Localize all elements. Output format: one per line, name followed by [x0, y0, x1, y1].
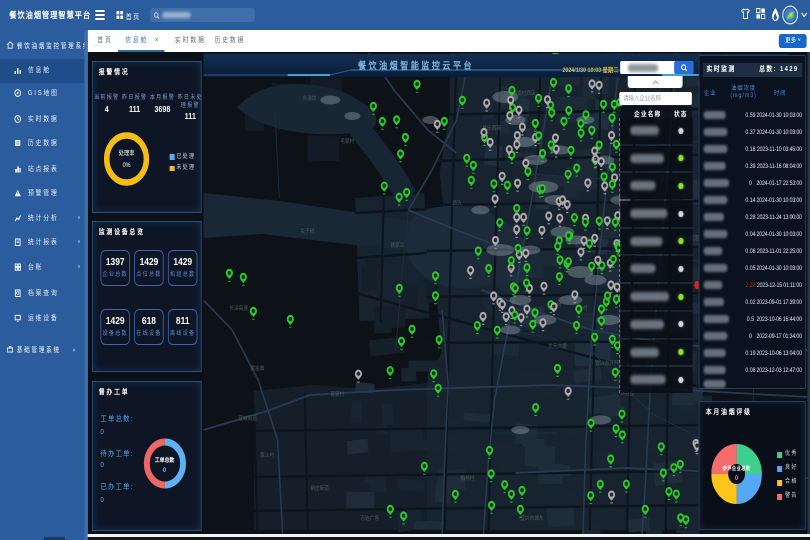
- svg-text:水浦坊: 水浦坊: [302, 95, 316, 103]
- svg-text:宜城街道: 宜城街道: [238, 415, 257, 423]
- svg-text:久元大厦: 久元大厦: [548, 343, 567, 351]
- svg-text:梅林村: 梅林村: [460, 475, 474, 483]
- svg-text:蒋家村: 蒋家村: [330, 391, 344, 399]
- svg-text:西氿: 西氿: [452, 200, 461, 208]
- svg-text:厚上村: 厚上村: [260, 452, 274, 460]
- svg-text:紫金城: 紫金城: [250, 365, 264, 373]
- svg-text:宜兴市城东: 宜兴市城东: [520, 515, 543, 523]
- svg-text:万达广场: 万达广场: [360, 515, 379, 523]
- svg-text:软件大厦: 软件大厦: [568, 270, 587, 278]
- svg-text:关子树: 关子树: [300, 228, 314, 236]
- svg-text:毛家村: 毛家村: [340, 138, 354, 146]
- svg-text:新庄街道: 新庄街道: [310, 485, 329, 493]
- svg-text:长深高速: 长深高速: [229, 305, 248, 313]
- svg-text:铁家兰: 铁家兰: [390, 242, 404, 250]
- svg-text:海景村西店: 海景村西店: [512, 90, 535, 98]
